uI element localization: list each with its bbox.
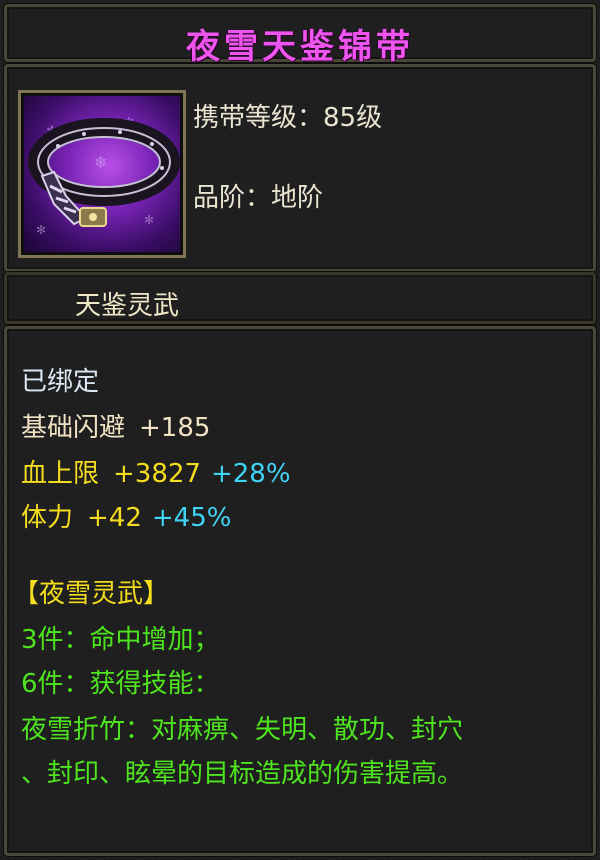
stat-value: +185 [139, 413, 211, 443]
set-bonus-3: 3件：命中增加； [21, 625, 220, 655]
stat-label: 基础闪避 [21, 413, 126, 443]
bind-status: 已绑定 [21, 367, 100, 397]
stat-percent: +45% [151, 503, 232, 533]
item-icon-frame: ✻ ✻ ❄ ✻ ✻ ✻ [18, 90, 186, 258]
set-name: 【夜雪灵武】 [13, 579, 170, 609]
purple-belt-icon: ✻ ✻ ❄ ✻ ✻ ✻ [24, 96, 180, 252]
stat-percent: +28% [210, 459, 291, 489]
stat-label: 血上限 [21, 459, 100, 489]
item-info-panel: ✻ ✻ ❄ ✻ ✻ ✻ 携带等级：85级 品阶：地阶 [4, 64, 596, 272]
item-name: 夜雪天鉴锦带 [186, 27, 414, 67]
stat-label: 体力 [21, 503, 74, 533]
svg-text:✻: ✻ [144, 213, 154, 227]
stat-row-stamina: 体力 +42 +45% [21, 497, 231, 534]
item-details-panel: 已绑定 基础闪避 +185 血上限 +3827 +28% 体力 +42 +45% 【夜雪灵… [4, 326, 596, 856]
title-bar: 夜雪天鉴锦带 [4, 4, 596, 67]
stat-value: +42 [87, 503, 142, 533]
item-tooltip: 夜雪天鉴锦带 ✻ ✻ ❄ ✻ ✻ ✻ 携带等级：85级 品阶：地阶 天鉴灵武 已… [0, 0, 600, 860]
category-bar: 天鉴灵武 [4, 272, 596, 324]
svg-text:✻: ✻ [36, 223, 46, 237]
set-bonus-6: 6件：获得技能： [21, 669, 220, 699]
stat-row-dodge: 基础闪避 +185 [21, 407, 210, 444]
stat-value: +3827 [113, 459, 201, 489]
stat-row-hp: 血上限 +3827 +28% [21, 453, 291, 490]
set-skill-line-2: 、封印、眩晕的目标造成的伤害提高。 [21, 759, 464, 789]
set-skill-line-1: 夜雪折竹：对麻痹、失明、散功、封穴 [21, 715, 464, 745]
item-grade: 品阶：地阶 [193, 183, 324, 213]
required-level: 携带等级：85级 [193, 103, 383, 133]
item-category: 天鉴灵武 [75, 291, 180, 321]
svg-text:❄: ❄ [94, 153, 107, 172]
